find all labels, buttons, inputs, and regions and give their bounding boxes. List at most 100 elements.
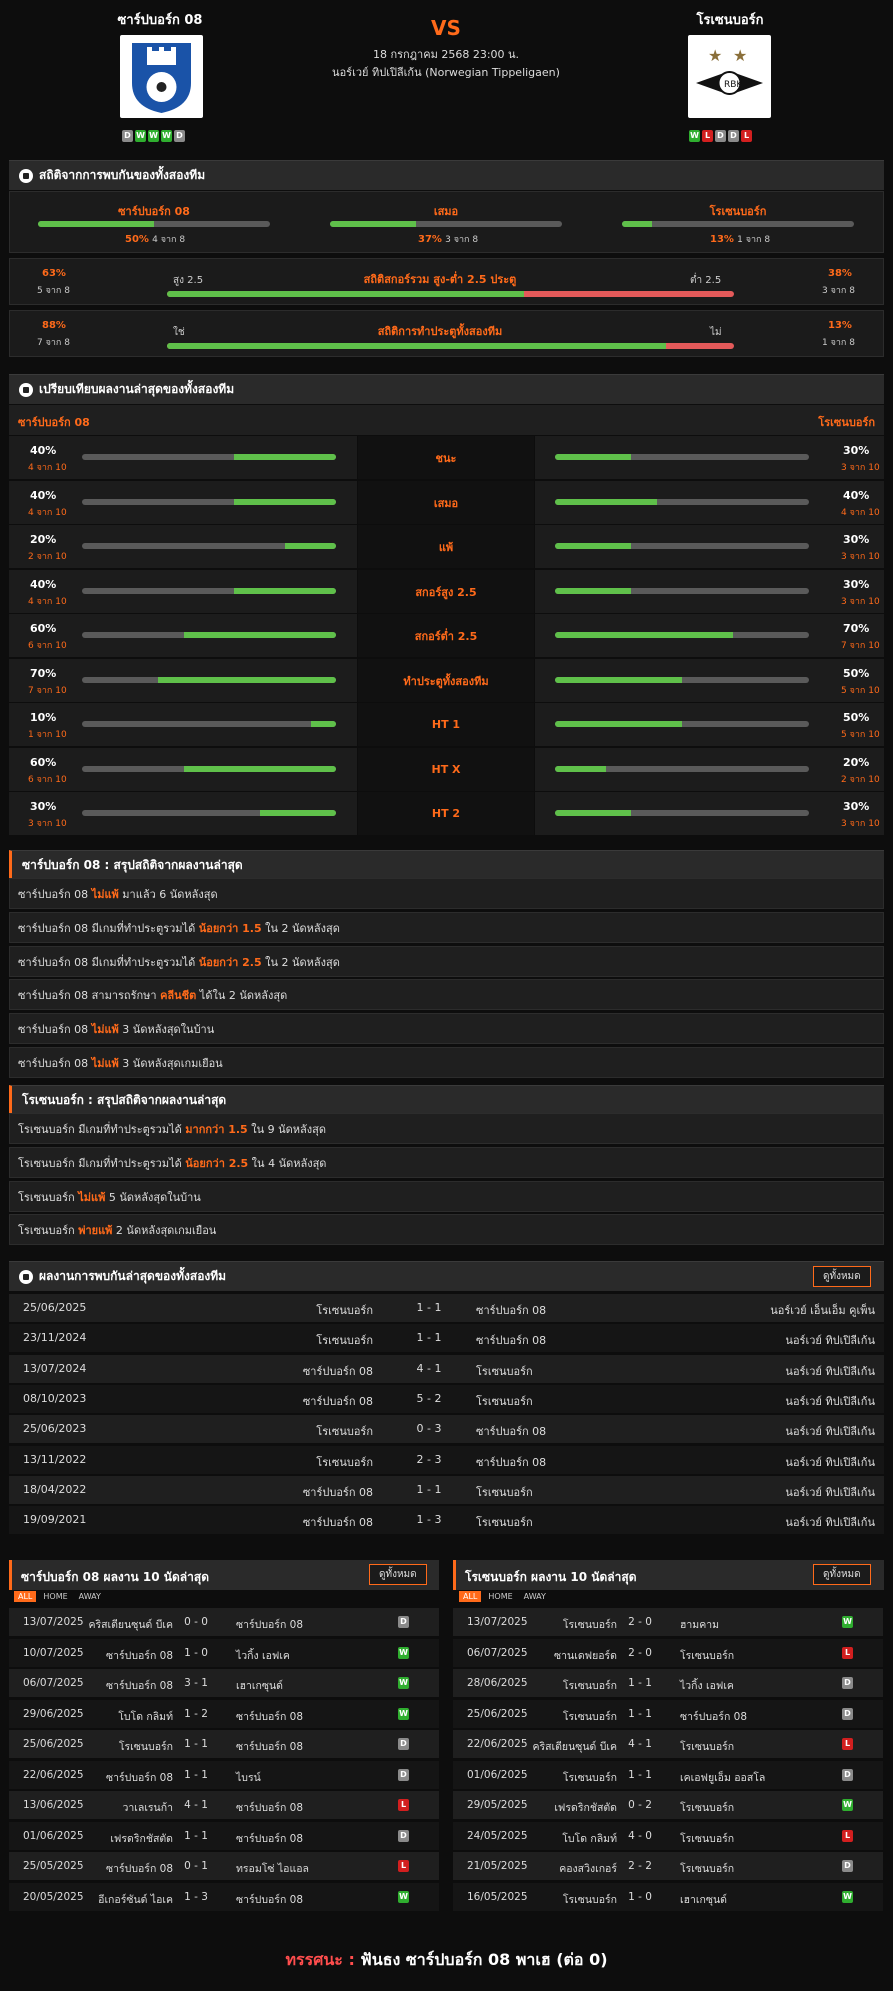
compare-away-fill	[555, 543, 632, 549]
compare-away-bar	[555, 721, 809, 727]
match-score: 0 - 2	[628, 1799, 652, 1811]
compare-away-pct: 40%	[843, 489, 870, 502]
match-home-team: โรเซนบอร์ก	[316, 1425, 373, 1438]
compare-away-bar	[555, 677, 809, 683]
away-form-badge: D	[715, 130, 726, 142]
summary-text: ซาร์ปบอร์ก 08 สามารถรักษา	[18, 988, 161, 1002]
recent-match-row[interactable]: 29/05/2025 เฟรดริกชัสตัด 0 - 2 โรเซนบอร์ก W	[453, 1791, 883, 1819]
summary-text: 2 นัดหลังสุดเกมเยือน	[112, 1223, 217, 1237]
match-score: 1 - 1	[416, 1483, 442, 1496]
match-date: 18/04/2022	[23, 1483, 87, 1496]
h2h-draw-of: 3 จาก 8	[445, 235, 479, 245]
summary-text: โรเซนบอร์ก	[18, 1223, 79, 1237]
recent-match-row[interactable]: 22/06/2025 ซาร์ปบอร์ก 08 1 - 1 ไบรน์ D	[9, 1761, 439, 1789]
compare-away-fill	[555, 588, 632, 594]
h2h-see-all-button[interactable]: ดูทั้งหมด	[813, 1266, 871, 1287]
recent-match-row[interactable]: 25/06/2025 โรเซนบอร์ก 1 - 1 ซาร์ปบอร์ก 08 D	[453, 1700, 883, 1728]
compare-home-cell: 30% 3 จาก 10	[9, 792, 357, 835]
match-date: 01/06/2025	[23, 1830, 84, 1842]
tab-home[interactable]: HOME	[39, 1591, 71, 1602]
recent-match-row[interactable]: 13/07/2025 โรเซนบอร์ก 2 - 0 ฮามคาม W	[453, 1608, 883, 1636]
match-away-team: ซาร์ปบอร์ก 08	[476, 1425, 547, 1438]
tab-all[interactable]: ALL	[459, 1591, 482, 1602]
recent-match-row[interactable]: 25/06/2025 โรเซนบอร์ก 1 - 1 ซาร์ปบอร์ก 08 D	[9, 1730, 439, 1758]
recent-match-row[interactable]: 24/05/2025 โบโด กลิมท์ 4 - 0 โรเซนบอร์ก L	[453, 1822, 883, 1850]
recent-match-row[interactable]: 28/06/2025 โรเซนบอร์ก 1 - 1 ไวกิ้ง เอฟเค D	[453, 1669, 883, 1697]
summary-row: ซาร์ปบอร์ก 08 ไม่แพ้ 3 นัดหลังสุดในบ้าน	[9, 1013, 884, 1044]
ou-left-of: 5 จาก 8	[37, 286, 70, 296]
h2h-match-row[interactable]: 25/06/2023 โรเซนบอร์ก 0 - 3 ซาร์ปบอร์ก 08 นอ…	[9, 1415, 884, 1443]
recent-match-row[interactable]: 13/06/2025 วาเลเรนก้า 4 - 1 ซาร์ปบอร์ก 08 L	[9, 1791, 439, 1819]
compare-away-bar	[555, 454, 809, 460]
h2h-match-row[interactable]: 08/10/2023 ซาร์ปบอร์ก 08 5 - 2 โรเซนบอร์ก นอ…	[9, 1385, 884, 1413]
h2h-home-label: ซาร์ปบอร์ก 08	[118, 205, 190, 218]
recent-match-row[interactable]: 22/06/2025 คริสเตียนซุนด์ บีเค 4 - 1 โรเซนบ…	[453, 1730, 883, 1758]
recent-match-row[interactable]: 06/07/2025 ซาร์ปบอร์ก 08 3 - 1 เฮาเกซุนด์ W	[9, 1669, 439, 1697]
match-away-team: ซาร์ปบอร์ก 08	[236, 1711, 303, 1723]
match-date: 10/07/2025	[23, 1647, 84, 1659]
result-badge: D	[398, 1616, 409, 1628]
summary-highlight: น้อยกว่า 1.5	[198, 921, 262, 935]
match-score: 1 - 0	[628, 1891, 652, 1903]
compare-label: แพ้	[358, 525, 534, 568]
recent-match-row[interactable]: 13/07/2025 คริสเตียนซุนด์ บีเค 0 - 0 ซาร์ปบ…	[9, 1608, 439, 1636]
h2h-match-row[interactable]: 13/11/2022 โรเซนบอร์ก 2 - 3 ซาร์ปบอร์ก 08 นอ…	[9, 1446, 884, 1474]
match-score: 2 - 2	[628, 1860, 652, 1872]
soccer-ball-icon	[19, 382, 33, 397]
compare-away-fill	[555, 632, 733, 638]
summary-text: ใน 2 นัดหลังสุด	[261, 921, 340, 935]
h2h-match-row[interactable]: 13/07/2024 ซาร์ปบอร์ก 08 4 - 1 โรเซนบอร์ก นอ…	[9, 1355, 884, 1383]
home-last-see-all-button[interactable]: ดูทั้งหมด	[369, 1564, 427, 1585]
h2h-draw-pct: 37%	[418, 234, 442, 245]
h2h-match-row[interactable]: 23/11/2024 โรเซนบอร์ก 1 - 1 ซาร์ปบอร์ก 08 นอ…	[9, 1324, 884, 1352]
compare-away-pct: 30%	[843, 444, 870, 457]
compare-home-of: 6 จาก 10	[28, 641, 67, 651]
result-badge: W	[842, 1799, 853, 1811]
compare-home-bar	[82, 677, 336, 683]
compare-away-cell: 30% 3 จาก 10	[535, 570, 884, 613]
tab-home[interactable]: HOME	[484, 1591, 516, 1602]
match-home-team: โรเซนบอร์ก	[562, 1619, 617, 1631]
match-date: 25/05/2025	[23, 1860, 84, 1872]
compare-away-bar	[555, 632, 809, 638]
h2h-away-stat: 13% 1 จาก 8	[710, 232, 770, 246]
h2h-match-row[interactable]: 25/06/2025 โรเซนบอร์ก 1 - 1 ซาร์ปบอร์ก 08 นอ…	[9, 1294, 884, 1322]
tab-away[interactable]: AWAY	[520, 1591, 550, 1602]
recent-match-row[interactable]: 10/07/2025 ซาร์ปบอร์ก 08 1 - 0 ไวกิ้ง เอฟเค…	[9, 1639, 439, 1667]
match-away-team: โรเซนบอร์ก	[680, 1863, 735, 1875]
match-score: 1 - 0	[184, 1647, 208, 1659]
match-score: 4 - 1	[628, 1738, 652, 1750]
compare-home-fill	[158, 677, 336, 683]
compare-away-pct: 50%	[843, 711, 870, 724]
match-date: 01/06/2025	[467, 1769, 528, 1781]
compare-home-pct: 60%	[30, 756, 57, 769]
recent-match-row[interactable]: 16/05/2025 โรเซนบอร์ก 1 - 0 เฮาเกซุนด์ W	[453, 1883, 883, 1911]
h2h-away-bar	[622, 221, 854, 227]
summary-row: ซาร์ปบอร์ก 08 มีเกมที่ทำประตูรวมได้ น้อย…	[9, 912, 884, 943]
result-badge: L	[842, 1738, 853, 1750]
compare-away-cell: 30% 3 จาก 10	[535, 525, 884, 568]
result-badge: D	[398, 1830, 409, 1842]
recent-match-row[interactable]: 20/05/2025 อีเกอร์ซันด์ ไอเค 1 - 3 ซาร์ปบอร…	[9, 1883, 439, 1911]
tab-all[interactable]: ALL	[14, 1591, 37, 1602]
compare-away-bar	[555, 543, 809, 549]
recent-match-row[interactable]: 01/06/2025 โรเซนบอร์ก 1 - 1 เคเอฟยูเอ็ม ออส…	[453, 1761, 883, 1789]
h2h-draw-label: เสมอ	[433, 205, 459, 218]
compare-home-pct: 40%	[30, 489, 57, 502]
recent-match-row[interactable]: 06/07/2025 ซานเดฟยอร์ด 2 - 0 โรเซนบอร์ก L	[453, 1639, 883, 1667]
recent-match-row[interactable]: 29/06/2025 โบโด กลิมท์ 1 - 2 ซาร์ปบอร์ก 08 W	[9, 1700, 439, 1728]
home-last-tabs: ALL HOME AWAY	[14, 1591, 105, 1602]
away-last-see-all-button[interactable]: ดูทั้งหมด	[813, 1564, 871, 1585]
match-league: นอร์เวย์ ทิปเปิลีเก้น	[785, 1456, 875, 1469]
compare-away-fill	[555, 721, 682, 727]
compare-home-pct: 40%	[30, 578, 57, 591]
h2h-match-row[interactable]: 19/09/2021 ซาร์ปบอร์ก 08 1 - 3 โรเซนบอร์ก นอ…	[9, 1506, 884, 1534]
recent-match-row[interactable]: 21/05/2025 คองสวิงเกอร์ 2 - 2 โรเซนบอร์ก D	[453, 1852, 883, 1880]
tab-away[interactable]: AWAY	[75, 1591, 105, 1602]
recent-match-row[interactable]: 01/06/2025 เฟรดริกชัสตัด 1 - 1 ซาร์ปบอร์ก 0…	[9, 1822, 439, 1850]
h2h-match-row[interactable]: 18/04/2022 ซาร์ปบอร์ก 08 1 - 1 โรเซนบอร์ก นอ…	[9, 1476, 884, 1504]
h2h-home-stat: 50% 4 จาก 8	[125, 232, 185, 246]
recent-match-row[interactable]: 25/05/2025 ซาร์ปบอร์ก 08 0 - 1 ทรอมโซ่ ไอแอ…	[9, 1852, 439, 1880]
match-date: 13/06/2025	[23, 1799, 84, 1811]
match-score: 1 - 3	[184, 1891, 208, 1903]
